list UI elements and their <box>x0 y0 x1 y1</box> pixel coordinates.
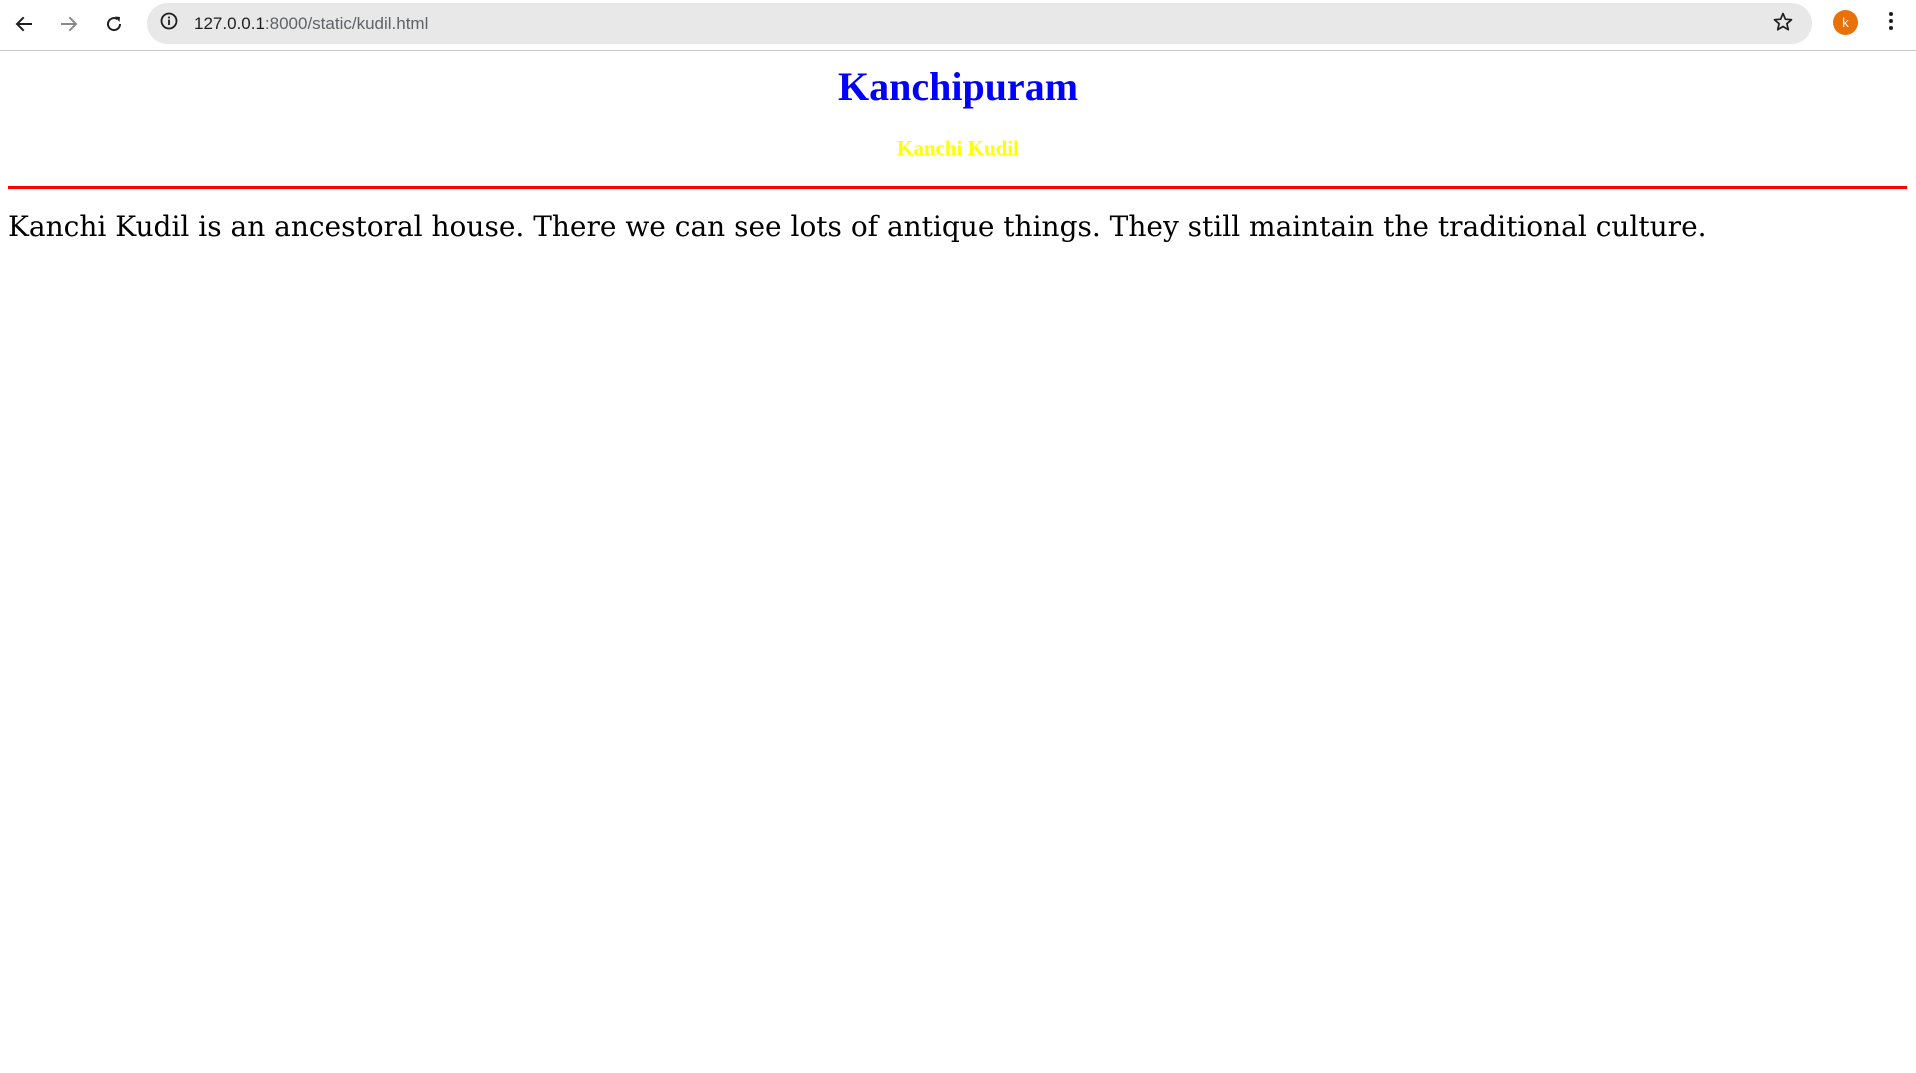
info-icon <box>159 11 179 36</box>
url-text[interactable]: 127.0.0.1:8000/static/kudil.html <box>194 14 428 34</box>
kebab-menu-icon <box>1888 11 1894 36</box>
profile-avatar[interactable]: k <box>1833 10 1858 35</box>
url-host: 127.0.0.1 <box>194 14 265 33</box>
browser-menu-button[interactable] <box>1876 8 1906 38</box>
back-button[interactable] <box>6 6 42 42</box>
page-subtitle: Kanchi Kudil <box>897 136 1019 160</box>
forward-button[interactable] <box>51 6 87 42</box>
body-paragraph: Kanchi Kudil is an ancestoral house. The… <box>8 210 1707 243</box>
browser-toolbar: 127.0.0.1:8000/static/kudil.html k <box>0 0 1916 51</box>
arrow-left-icon <box>14 14 34 34</box>
url-path: :8000/static/kudil.html <box>264 14 429 33</box>
address-bar[interactable]: 127.0.0.1:8000/static/kudil.html <box>147 3 1812 44</box>
divider <box>8 186 1907 189</box>
reload-button[interactable] <box>96 6 132 42</box>
site-info-button[interactable] <box>155 9 183 37</box>
arrow-right-icon <box>59 14 79 34</box>
page-content: Kanchipuram Kanchi Kudil Kanchi Kudil is… <box>0 52 1916 1073</box>
reload-icon <box>104 14 124 34</box>
star-icon <box>1772 11 1794 38</box>
bookmark-button[interactable] <box>1770 11 1796 37</box>
page-title: Kanchipuram <box>837 64 1079 109</box>
